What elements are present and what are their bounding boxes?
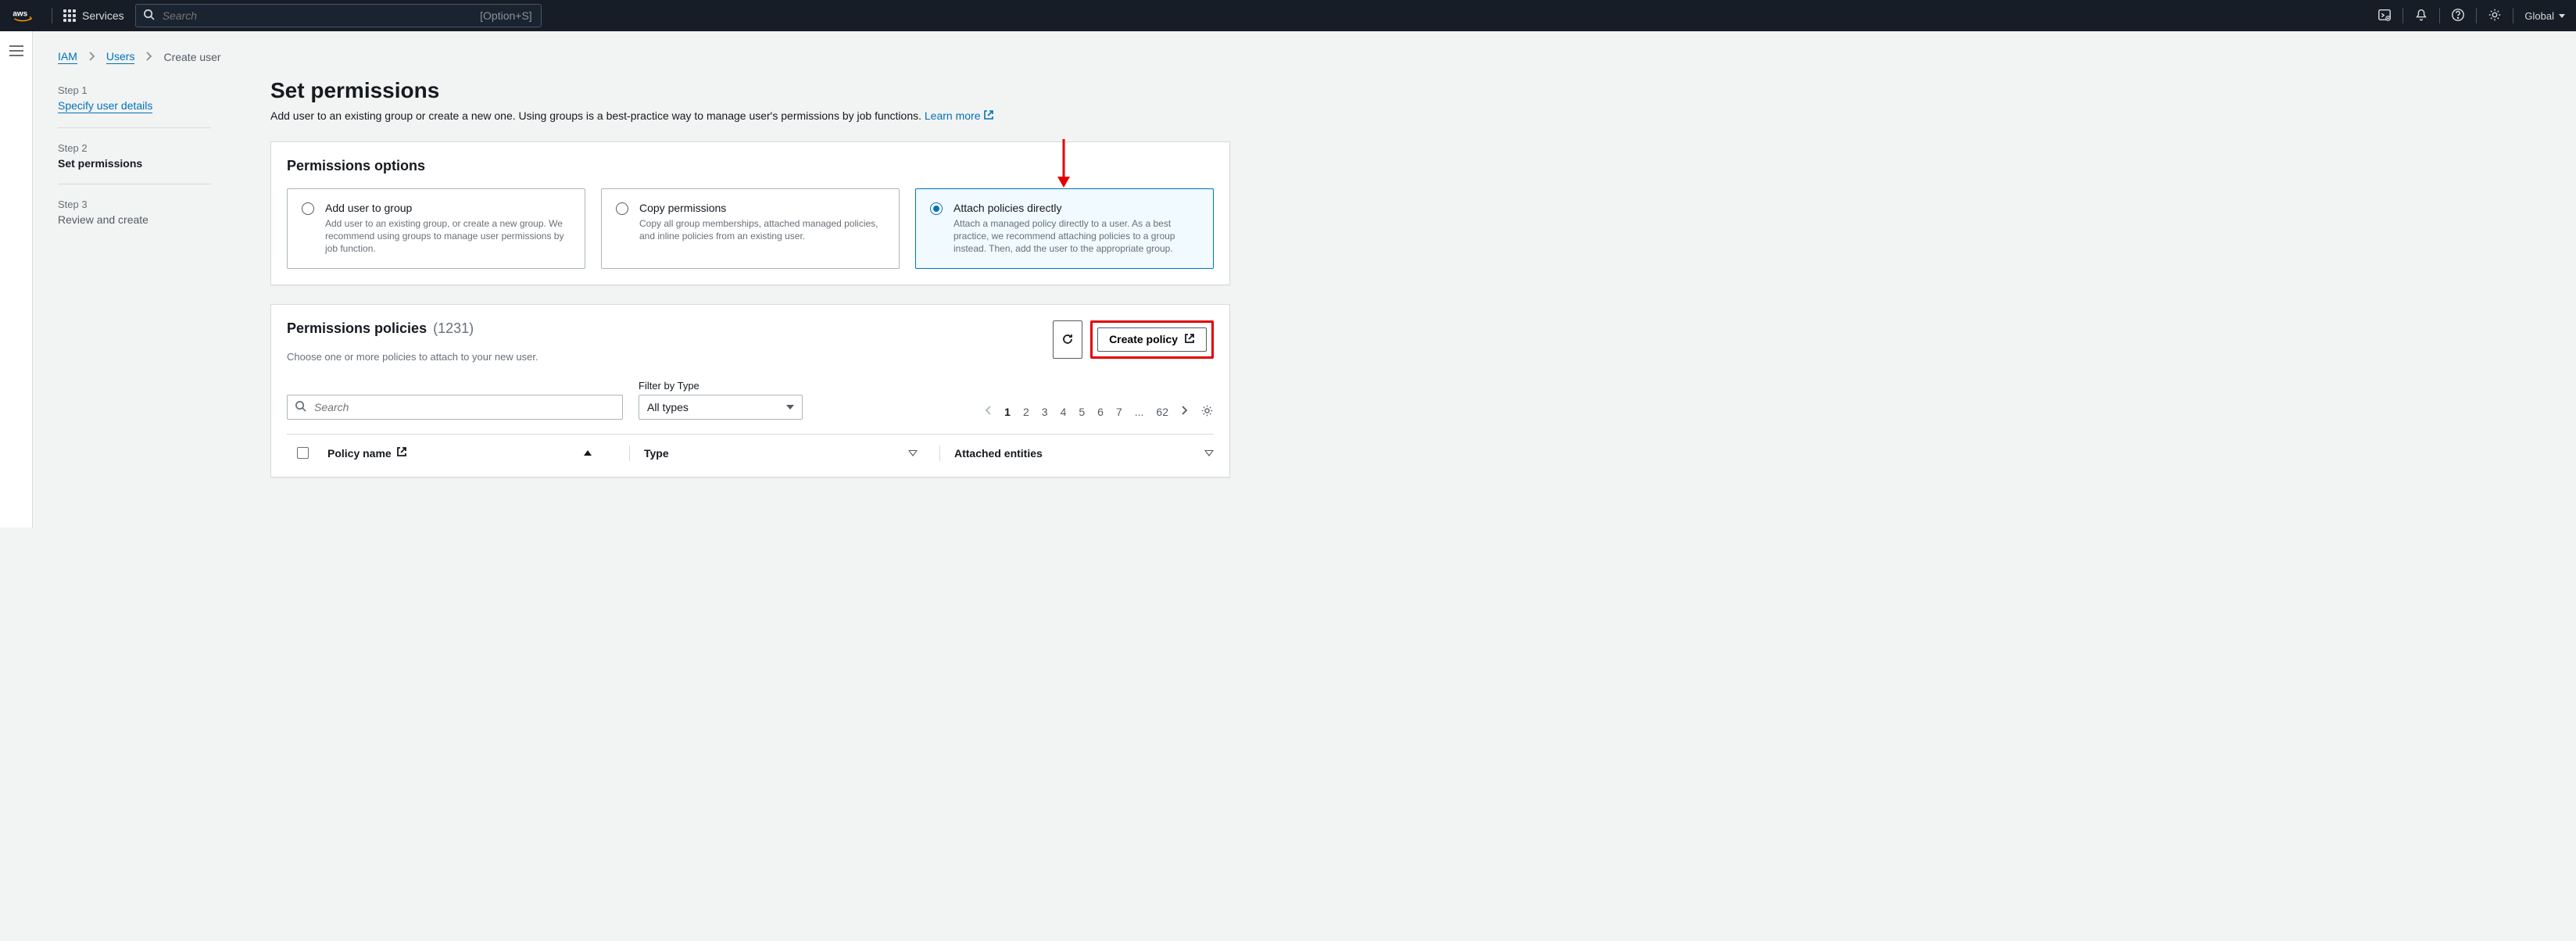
radio-icon [302, 202, 314, 215]
step-1-link[interactable]: Specify user details [58, 99, 152, 113]
settings-icon[interactable] [2488, 8, 2502, 24]
option-copy-permissions[interactable]: Copy permissions Copy all group membersh… [601, 188, 900, 269]
step-2-title: Set permissions [58, 157, 211, 170]
option-title: Attach policies directly [953, 202, 1199, 214]
external-link-icon [1184, 333, 1195, 346]
step-2: Step 2 Set permissions [58, 136, 211, 184]
crumb-iam[interactable]: IAM [58, 50, 77, 64]
page-4[interactable]: 4 [1061, 406, 1067, 418]
caret-down-icon [786, 405, 794, 410]
page-last[interactable]: 62 [1156, 406, 1168, 418]
policies-subtitle: Choose one or more policies to attach to… [287, 351, 538, 363]
option-desc: Copy all group memberships, attached man… [639, 217, 885, 242]
svg-text:aws: aws [13, 10, 27, 19]
external-link-icon [396, 446, 407, 460]
learn-more-link[interactable]: Learn more [925, 109, 995, 122]
option-desc: Add user to an existing group, or create… [325, 217, 571, 256]
step-3-title: Review and create [58, 213, 211, 226]
page-next[interactable] [1181, 405, 1188, 418]
crumb-users[interactable]: Users [106, 50, 135, 64]
radio-icon [616, 202, 628, 215]
page-2[interactable]: 2 [1023, 406, 1029, 418]
page-title: Set permissions [270, 78, 1230, 103]
step-label: Step 3 [58, 199, 211, 210]
step-3: Step 3 Review and create [58, 192, 211, 240]
permissions-options-title: Permissions options [287, 158, 1214, 174]
aws-logo[interactable]: aws [11, 8, 41, 23]
page-6[interactable]: 6 [1097, 406, 1104, 418]
caret-down-icon [2559, 14, 2565, 18]
nav-search: [Option+S] [135, 4, 542, 27]
filter-label: Filter by Type [639, 380, 803, 392]
permissions-options-panel: Permissions options Add user to group Ad… [270, 141, 1230, 285]
radio-icon [930, 202, 943, 215]
annotation-highlight-box: Create policy [1090, 320, 1214, 359]
create-policy-button[interactable]: Create policy [1097, 327, 1207, 352]
search-shortcut-hint: [Option+S] [480, 9, 532, 22]
select-all-checkbox[interactable] [297, 447, 309, 459]
grid-icon [63, 9, 76, 22]
option-attach-policies[interactable]: Attach policies directly Attach a manage… [915, 188, 1214, 269]
step-label: Step 2 [58, 142, 211, 154]
policy-table-header: Policy name Type Attached entities [287, 434, 1214, 461]
policies-title: Permissions policies (1231) [287, 320, 538, 337]
search-icon [143, 9, 155, 23]
crumb-current: Create user [163, 51, 220, 63]
breadcrumb: IAM Users Create user [58, 50, 1230, 64]
external-link-icon [983, 110, 994, 123]
nav-toggle-icon[interactable] [9, 45, 23, 528]
cloudshell-icon[interactable] [2377, 8, 2392, 24]
help-icon[interactable] [2451, 8, 2465, 24]
page-prev[interactable] [985, 405, 992, 418]
policy-search-input[interactable] [287, 395, 623, 420]
permissions-policies-panel: Permissions policies (1231) Choose one o… [270, 304, 1230, 478]
policies-count: (1231) [433, 320, 474, 337]
chevron-right-icon [145, 51, 152, 64]
filter-type-select[interactable]: All types [639, 395, 803, 420]
page-7[interactable]: 7 [1116, 406, 1122, 418]
region-label: Global [2524, 10, 2554, 22]
policy-search [287, 395, 623, 420]
sort-icon [908, 450, 918, 456]
services-button[interactable]: Services [63, 9, 124, 22]
sort-icon [1204, 450, 1214, 456]
pagination: 1 2 3 4 5 6 7 ... 62 [985, 404, 1214, 420]
col-attached-entities[interactable]: Attached entities [954, 447, 1043, 460]
notifications-icon[interactable] [2414, 8, 2428, 24]
page-ellipsis: ... [1135, 406, 1144, 418]
option-title: Copy permissions [639, 202, 885, 214]
col-policy-name[interactable]: Policy name [327, 447, 392, 460]
annotation-arrow [1054, 139, 1073, 193]
services-label: Services [82, 9, 124, 22]
col-type[interactable]: Type [644, 447, 669, 460]
wizard-steps: Step 1 Specify user details Step 2 Set p… [58, 78, 211, 248]
option-add-to-group[interactable]: Add user to group Add user to an existin… [287, 188, 585, 269]
page-1[interactable]: 1 [1004, 406, 1011, 418]
page-3[interactable]: 3 [1042, 406, 1048, 418]
refresh-icon [1061, 333, 1074, 345]
region-selector[interactable]: Global [2524, 10, 2565, 22]
chevron-right-icon [88, 51, 95, 64]
option-desc: Attach a managed policy directly to a us… [953, 217, 1199, 256]
page-5[interactable]: 5 [1079, 406, 1085, 418]
refresh-button[interactable] [1053, 320, 1082, 359]
sort-asc-icon [584, 450, 592, 456]
page-description: Add user to an existing group or create … [270, 109, 1230, 123]
option-title: Add user to group [325, 202, 571, 214]
side-rail [0, 31, 33, 528]
top-nav: aws Services [Option+S] [0, 0, 2576, 31]
step-label: Step 1 [58, 84, 211, 96]
search-icon [295, 400, 306, 414]
filter-value: All types [647, 401, 689, 413]
table-settings-icon[interactable] [1200, 404, 1214, 420]
step-1: Step 1 Specify user details [58, 78, 211, 128]
